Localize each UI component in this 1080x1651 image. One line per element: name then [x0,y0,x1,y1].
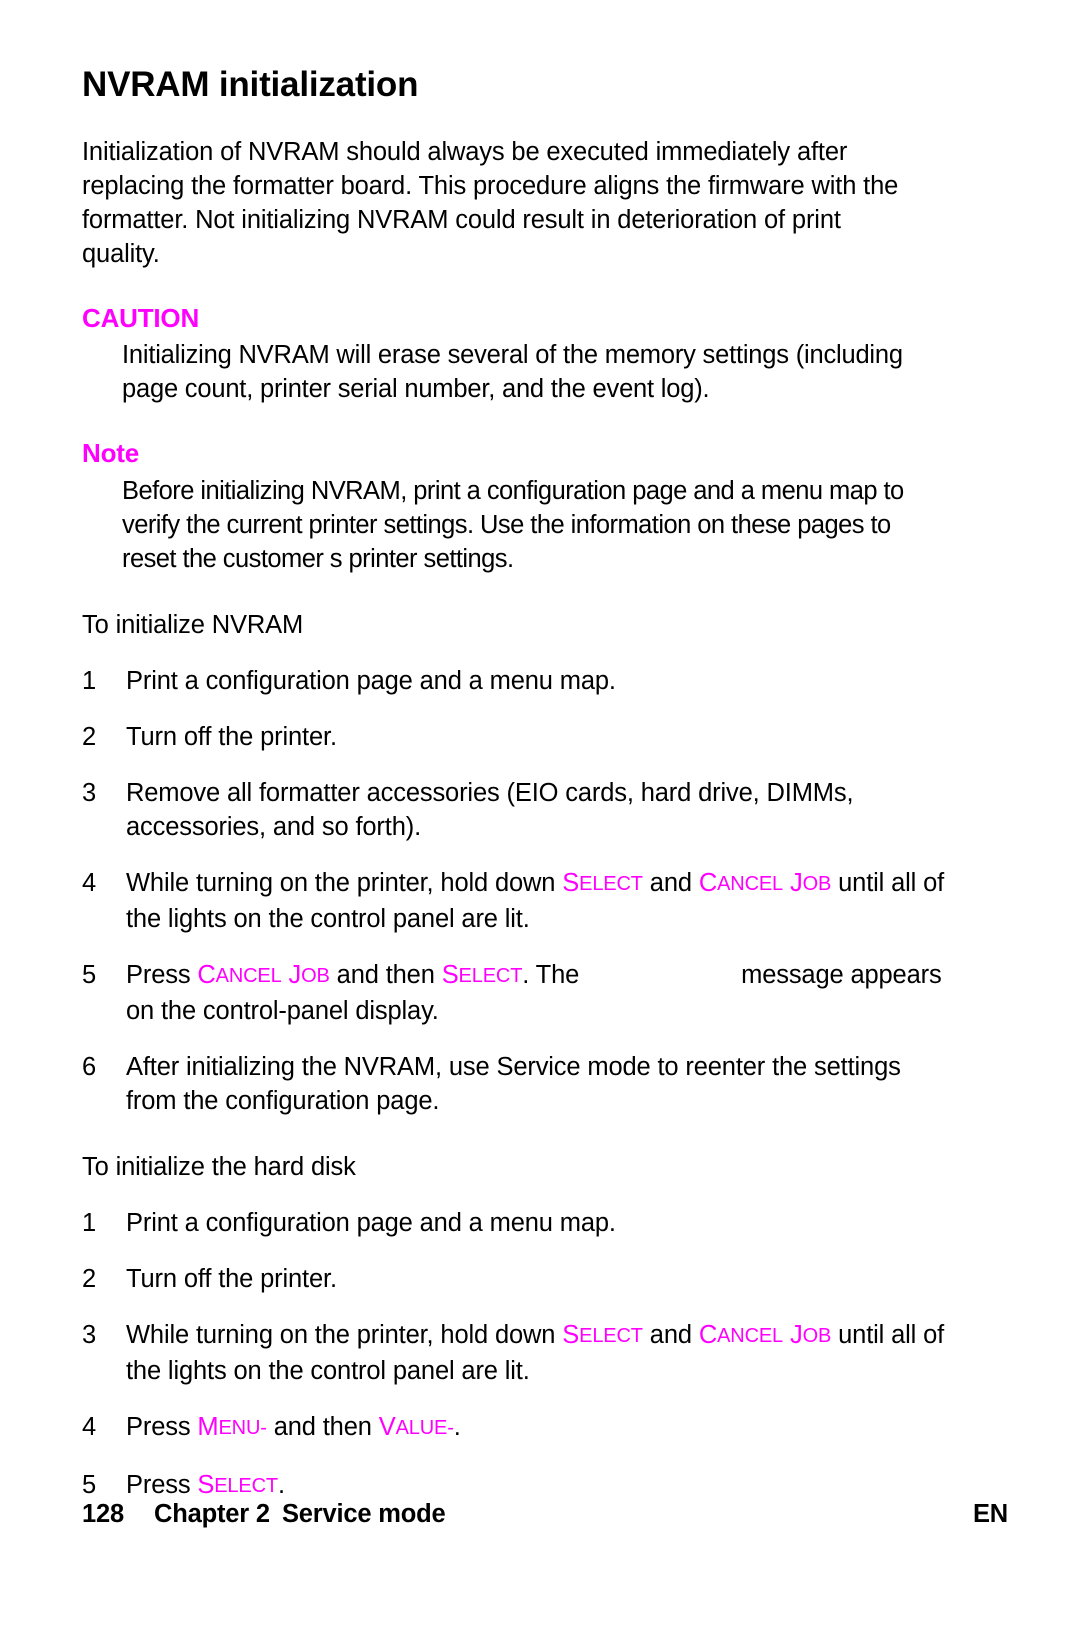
list-item: 1 Print a configuration page and a menu m… [82,1206,956,1240]
step-number: 5 [82,1470,97,1499]
list-item: 3 While turning on the printer, hold down… [82,1318,956,1388]
list-item: 2 Turn off the printer. [82,1262,956,1296]
step-number: 4 [82,1412,97,1441]
nvram-steps-list: 1 Print a configuration page and a menu m… [82,664,1008,1118]
key-cancel-job: CANCEL JOB [698,1320,832,1349]
step-text: After initializing the NVRAM, use Servic… [126,1052,901,1115]
key-select: SELECT [441,960,523,989]
step-text-middle: and [642,868,699,897]
step-text-prefix: While turning on the printer, hold down [126,868,563,897]
key-cancel-job: CANCEL JOB [197,960,330,989]
list-item: 3 Remove all formatter accessories (EIO c… [82,776,956,844]
step-number: 6 [82,1052,97,1081]
step-number: 1 [82,666,97,695]
step-text: Turn off the printer. [126,722,337,751]
document-page: NVRAM initialization Initialization of N… [0,0,1080,1651]
intro-paragraph: Initialization of NVRAM should always be… [82,137,899,268]
step-text-suffix: . [277,1470,285,1499]
step-text: Print a configuration page and a menu ma… [126,666,616,695]
footer-language: EN [972,1500,1008,1528]
harddisk-steps-list: 1 Print a configuration page and a menu m… [82,1206,1008,1504]
page-footer: 128 Chapter 2 Service mode EN [82,1500,1008,1529]
note-label: Note [82,438,139,469]
caution-body: Initializing NVRAM will erase several of… [122,341,903,404]
step-text: Print a configuration page and a menu ma… [126,1208,616,1237]
step-text-middle: and then [329,960,442,989]
footer-section-name: Service mode [282,1500,446,1528]
step-text: Remove all formatter accessories (EIO ca… [126,778,854,841]
step-number: 1 [82,1208,97,1237]
step-number: 2 [82,1264,97,1293]
step-number: 2 [82,722,97,751]
key-cancel-job: CANCEL JOB [698,868,832,897]
list-item: 6 After initializing the NVRAM, use Servi… [82,1050,956,1118]
key-value-minus: VALUE- [378,1412,454,1441]
caution-label: CAUTION [82,302,200,333]
step-text-after-keys: . The [522,960,587,989]
step-text: Turn off the printer. [126,1264,337,1293]
step-number: 3 [82,778,97,807]
step-text-prefix: Press [126,1470,198,1499]
footer-chapter: Chapter 2 [154,1500,270,1528]
list-item: 2 Turn off the printer. [82,720,956,754]
step-text-middle: and then [266,1412,379,1441]
note-admonition: Note Before initializing NVRAM, print a … [82,439,1008,576]
key-menu-minus: MENU- [197,1412,267,1441]
step-text-suffix: . [453,1412,461,1441]
caution-admonition: CAUTION Initializing NVRAM will erase se… [82,302,1008,407]
page-title: NVRAM initialization [82,65,419,104]
list-item: 4 While turning on the printer, hold down… [82,866,956,936]
key-select: SELECT [562,1320,643,1349]
key-select: SELECT [197,1470,278,1499]
step-text-middle: and [642,1320,699,1349]
list-item: 1 Print a configuration page and a menu m… [82,664,956,698]
step-text-prefix: Press [126,1412,198,1441]
note-body: Before initializing NVRAM, print a confi… [122,476,904,573]
step-number: 4 [82,868,97,897]
nvram-section-heading: To initialize NVRAM [82,610,304,639]
step-number: 3 [82,1320,97,1349]
key-select: SELECT [562,868,643,897]
step-number: 5 [82,960,97,989]
list-item: 4 Press MENU- and then VALUE-. [82,1410,956,1446]
list-item: 5 Press CANCEL JOB and then SELECT. The m… [82,958,956,1028]
footer-page-number: 128 [82,1500,124,1528]
step-text-prefix: Press [126,960,198,989]
step-text-prefix: While turning on the printer, hold down [126,1320,563,1349]
harddisk-section-heading: To initialize the hard disk [82,1152,356,1181]
list-item: 5 Press SELECT. [82,1468,956,1504]
